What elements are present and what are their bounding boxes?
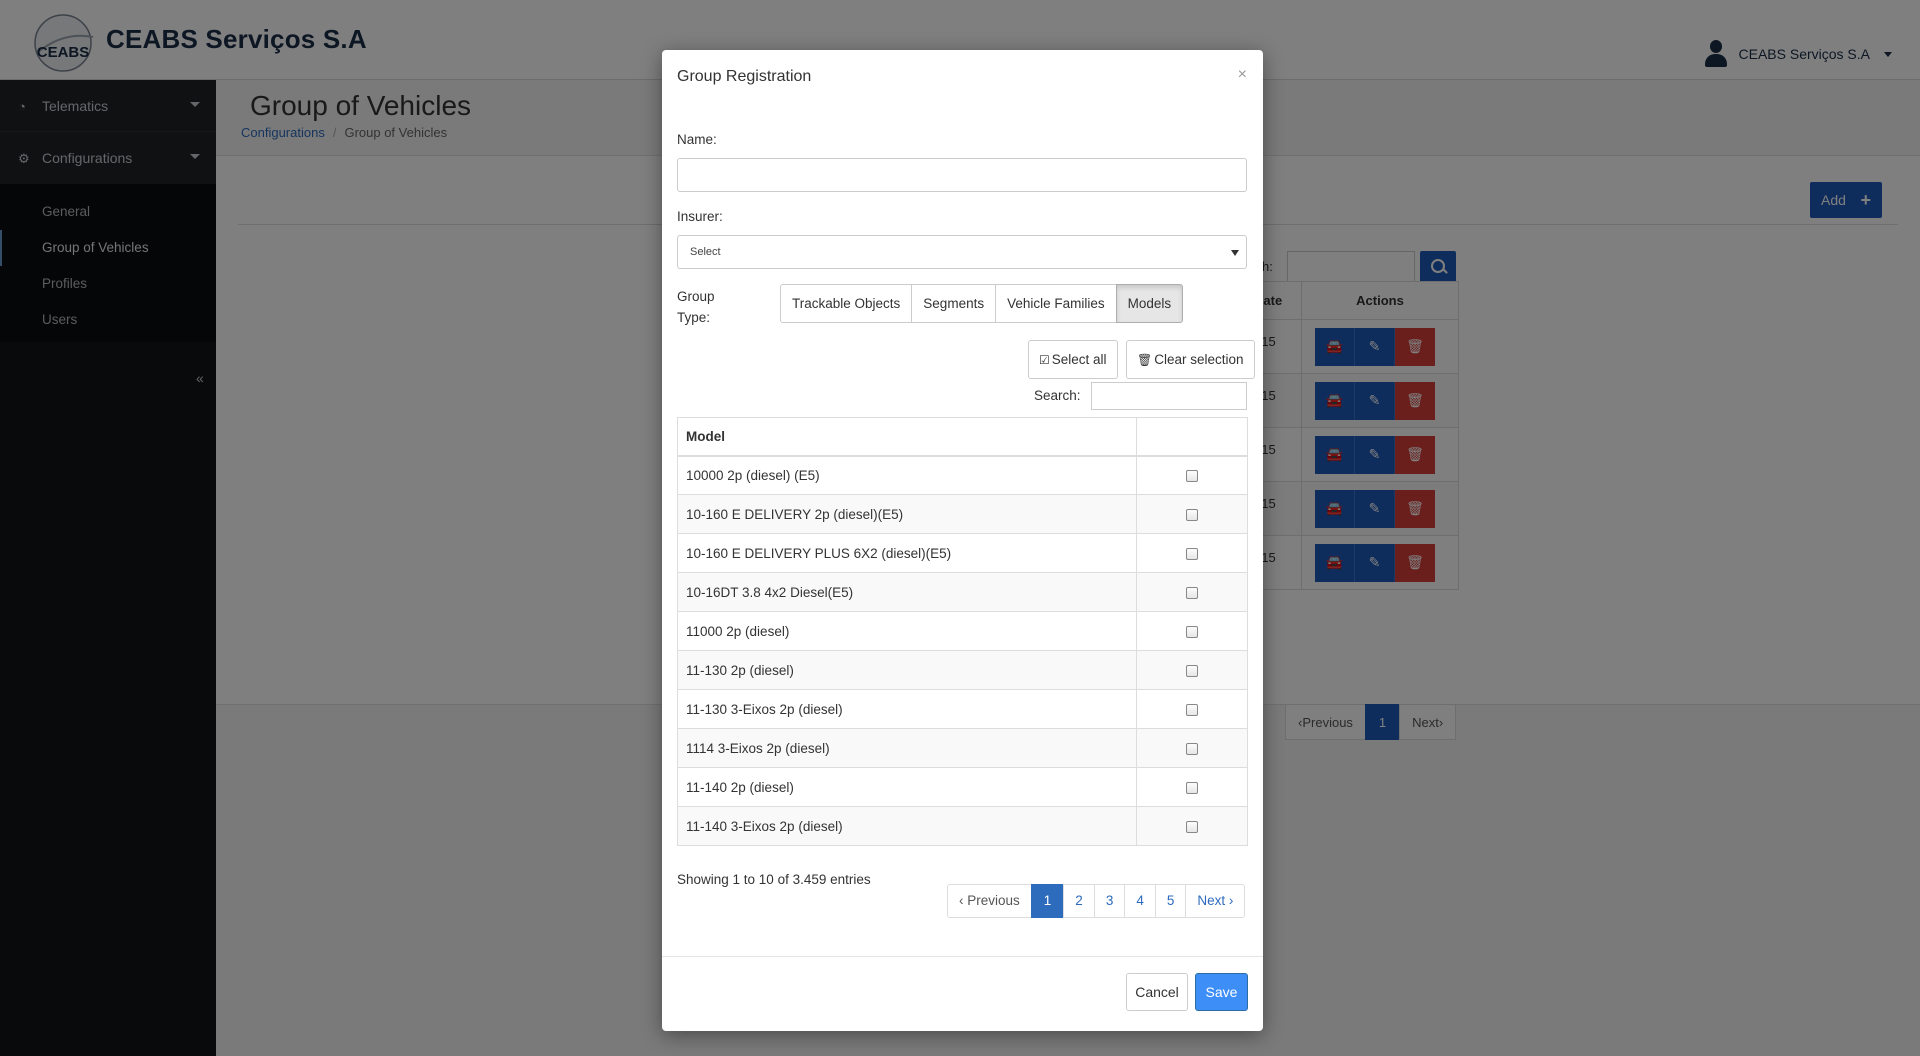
model-name: 11-140 2p (diesel) xyxy=(677,767,1137,807)
model-name: 10000 2p (diesel) (E5) xyxy=(677,455,1137,495)
select-cell xyxy=(1136,728,1248,768)
entries-info: Showing 1 to 10 of 3.459 entries xyxy=(677,872,871,887)
check-square-icon: ☑ xyxy=(1039,353,1050,367)
table-header-model: Model xyxy=(677,417,1137,457)
model-name: 11000 2p (diesel) xyxy=(677,611,1137,651)
table-row: 10-16DT 3.8 4x2 Diesel(E5) xyxy=(677,572,1248,612)
select-cell xyxy=(1136,455,1248,495)
search-input[interactable] xyxy=(1091,382,1247,410)
name-field[interactable] xyxy=(677,158,1247,192)
pagination-page-3[interactable]: 3 xyxy=(1093,884,1126,918)
select-cell xyxy=(1136,611,1248,651)
modal-title: Group Registration xyxy=(677,68,812,85)
save-button[interactable]: Save xyxy=(1195,973,1248,1011)
select-cell xyxy=(1136,689,1248,729)
model-name: 11-140 3-Eixos 2p (diesel) xyxy=(677,806,1137,846)
search-label: Search: xyxy=(1034,388,1081,403)
tab-vehicle-families[interactable]: Vehicle Families xyxy=(995,284,1117,323)
dropdown-arrow-icon xyxy=(1231,250,1239,256)
select-cell xyxy=(1136,572,1248,612)
select-cell xyxy=(1136,806,1248,846)
insurer-select-value: Select xyxy=(690,246,721,258)
pagination-page-2[interactable]: 2 xyxy=(1063,884,1095,918)
close-icon[interactable]: × xyxy=(1238,66,1247,84)
model-name: 1114 3-Eixos 2p (diesel) xyxy=(677,728,1137,768)
row-checkbox[interactable] xyxy=(1186,742,1198,755)
group-registration-modal: Group Registration × Name: Insurer: Sele… xyxy=(662,50,1263,1031)
select-all-label: Select all xyxy=(1051,352,1107,367)
table-row: 11-130 3-Eixos 2p (diesel) xyxy=(677,689,1248,729)
clear-selection-button[interactable]: 🗑 Clear selection xyxy=(1126,340,1255,379)
models-table: Model 10000 2p (diesel) (E5) 10-160 E DEL… xyxy=(677,417,1248,846)
group-type-tabs: Trackable Objects Segments Vehicle Famil… xyxy=(780,284,1184,323)
insurer-select[interactable]: Select xyxy=(677,235,1247,269)
tab-segments[interactable]: Segments xyxy=(911,284,997,323)
select-cell xyxy=(1136,533,1248,573)
pagination-next-label: Next xyxy=(1197,893,1226,908)
row-checkbox[interactable] xyxy=(1186,586,1198,599)
row-checkbox[interactable] xyxy=(1186,625,1198,638)
modal-footer: Cancel Save xyxy=(662,956,1263,1031)
pagination-page-1[interactable]: 1 xyxy=(1030,884,1065,918)
pagination-page-4[interactable]: 4 xyxy=(1124,884,1156,918)
row-checkbox[interactable] xyxy=(1186,664,1198,677)
model-name: 10-160 E DELIVERY PLUS 6X2 (diesel)(E5) xyxy=(677,533,1137,573)
row-checkbox[interactable] xyxy=(1186,470,1198,483)
insurer-label: Insurer: xyxy=(677,209,723,224)
row-checkbox[interactable] xyxy=(1186,820,1198,833)
model-name: 11-130 3-Eixos 2p (diesel) xyxy=(677,689,1137,729)
select-all-button[interactable]: ☑ Select all xyxy=(1028,340,1118,379)
table-row: 11-140 3-Eixos 2p (diesel) xyxy=(677,806,1248,846)
select-cell xyxy=(1136,767,1248,807)
table-row: 1114 3-Eixos 2p (diesel) xyxy=(677,728,1248,768)
table-row: 11000 2p (diesel) xyxy=(677,611,1248,651)
model-name: 11-130 2p (diesel) xyxy=(677,650,1137,690)
cancel-button[interactable]: Cancel xyxy=(1126,973,1188,1011)
model-name: 10-16DT 3.8 4x2 Diesel(E5) xyxy=(677,572,1137,612)
pagination-next[interactable]: Next › xyxy=(1185,884,1246,918)
table-header-select xyxy=(1136,417,1248,457)
table-row: 11-130 2p (diesel) xyxy=(677,650,1248,690)
select-cell xyxy=(1136,494,1248,534)
pagination-page-5[interactable]: 5 xyxy=(1154,884,1187,918)
trash-icon: 🗑 xyxy=(1137,353,1153,367)
select-cell xyxy=(1136,650,1248,690)
row-checkbox[interactable] xyxy=(1186,508,1198,521)
clear-selection-label: Clear selection xyxy=(1154,352,1244,367)
model-name: 10-160 E DELIVERY 2p (diesel)(E5) xyxy=(677,494,1137,534)
tab-models[interactable]: Models xyxy=(1115,284,1184,323)
table-row: 10-160 E DELIVERY 2p (diesel)(E5) xyxy=(677,494,1248,534)
row-checkbox[interactable] xyxy=(1186,547,1198,560)
table-row: 10-160 E DELIVERY PLUS 6X2 (diesel)(E5) xyxy=(677,533,1248,573)
group-type-label: Group Type: xyxy=(677,289,715,325)
pagination-previous[interactable]: ‹ Previous xyxy=(947,884,1032,918)
pagination-previous-label: Previous xyxy=(967,893,1020,908)
table-row: 10000 2p (diesel) (E5) xyxy=(677,455,1248,495)
row-checkbox[interactable] xyxy=(1186,781,1198,794)
name-label: Name: xyxy=(677,132,717,147)
row-checkbox[interactable] xyxy=(1186,703,1198,716)
models-pagination: ‹ Previous 1 2 3 4 5 Next › xyxy=(947,884,1246,918)
table-row: 11-140 2p (diesel) xyxy=(677,767,1248,807)
tab-trackable-objects[interactable]: Trackable Objects xyxy=(780,284,913,323)
